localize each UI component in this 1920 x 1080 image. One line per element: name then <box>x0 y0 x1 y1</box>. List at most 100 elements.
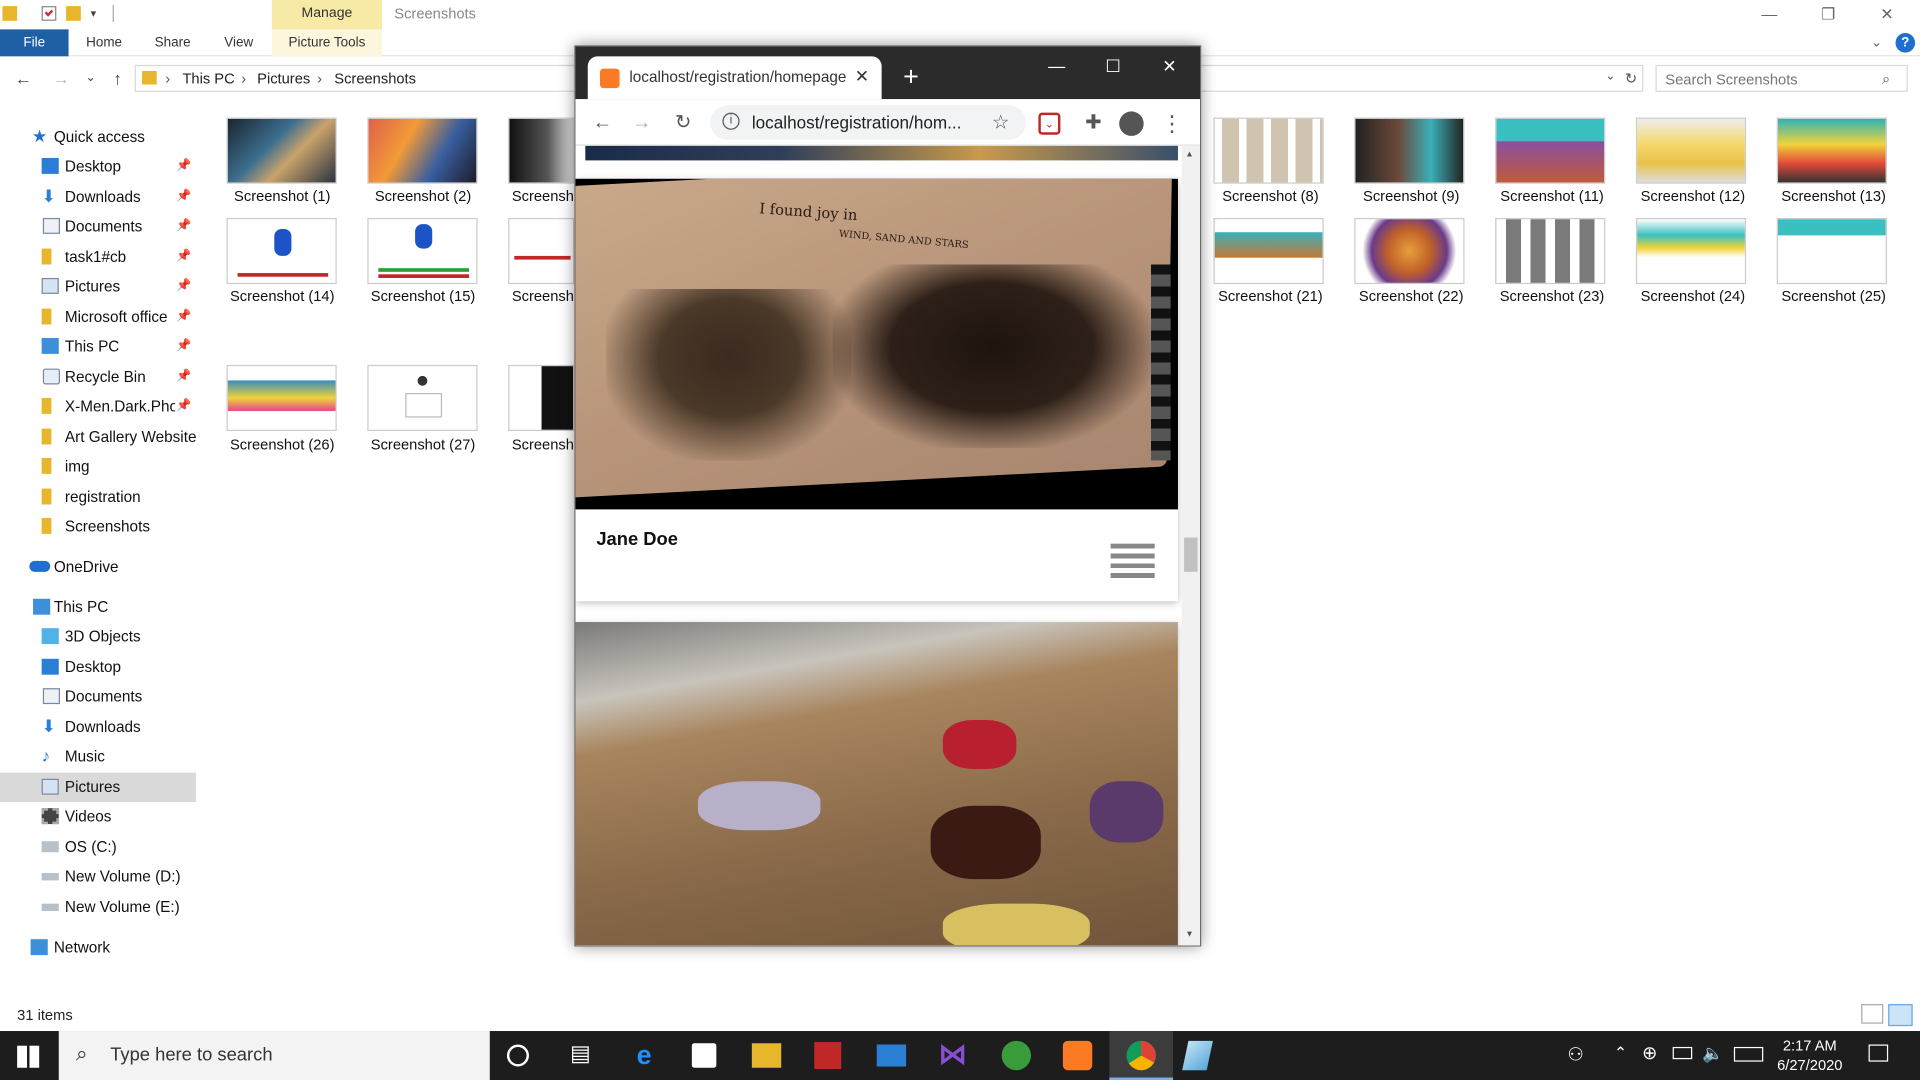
file-name[interactable]: Screenshot (24) <box>1622 288 1763 305</box>
file-name[interactable]: Screenshot (21) <box>1200 288 1341 305</box>
xampp-icon[interactable] <box>1062 1040 1093 1071</box>
file-thumbnail[interactable] <box>508 217 575 285</box>
mail-icon[interactable] <box>876 1044 907 1067</box>
previous-card-image <box>585 145 1178 161</box>
photos-app-icon[interactable] <box>1182 1040 1213 1071</box>
chrome-taskbar-button[interactable] <box>1109 1031 1174 1080</box>
file-thumbnail[interactable] <box>226 117 337 184</box>
artwork-card <box>575 622 1178 946</box>
action-center-icon[interactable] <box>1868 1044 1889 1062</box>
new-tab-button[interactable]: + <box>896 62 925 91</box>
close-tab-icon[interactable]: ✕ <box>855 66 869 87</box>
file-thumbnail[interactable] <box>1213 117 1324 184</box>
task-view-icon[interactable]: ▤ <box>566 1041 595 1070</box>
scroll-up-icon[interactable]: ▲ <box>1185 151 1193 160</box>
clock-time: 2:17 AM <box>1782 1037 1837 1055</box>
site-info-icon[interactable]: i <box>722 112 740 130</box>
windows-start-icon[interactable] <box>17 1045 40 1068</box>
tab-title: localhost/registration/homepage <box>629 68 847 86</box>
status-item-count: 31 items <box>17 1006 73 1024</box>
artwork-image[interactable]: I found joy in WIND, SAND AND STARS <box>575 178 1178 510</box>
bookmark-star-icon[interactable]: ☆ <box>992 110 1010 134</box>
painted-yellow-shape <box>942 903 1090 946</box>
extensions-puzzle-icon[interactable]: ✚ <box>1080 110 1107 137</box>
file-thumbnail[interactable] <box>226 364 337 432</box>
file-name[interactable]: Screenshot (14) <box>212 288 353 305</box>
file-name[interactable]: Screenshot (12) <box>1622 187 1763 204</box>
scroll-down-icon[interactable]: ▼ <box>1185 931 1193 940</box>
file-name[interactable]: Screensh <box>512 436 574 453</box>
taskbar-search[interactable]: ⌕ Type here to search <box>58 1031 490 1080</box>
visual-studio-icon[interactable]: ⋈ <box>938 1040 967 1070</box>
file-thumbnail[interactable] <box>1635 217 1747 285</box>
file-name[interactable]: Screenshot (13) <box>1763 187 1904 204</box>
details-view-icon[interactable] <box>1861 1004 1884 1024</box>
taskbar-search-placeholder: Type here to search <box>110 1044 273 1066</box>
file-thumbnail[interactable] <box>1776 117 1887 184</box>
spiral-binding <box>1151 264 1171 461</box>
battery-icon[interactable] <box>1672 1046 1693 1060</box>
file-thumbnail[interactable] <box>367 117 478 184</box>
file-name[interactable]: Screensh <box>512 288 574 305</box>
file-name[interactable]: Screenshot (27) <box>353 436 494 453</box>
browser-tab[interactable]: localhost/registration/homepage ✕ <box>587 56 882 100</box>
file-thumbnail[interactable] <box>367 217 478 285</box>
page-viewport: I found joy in WIND, SAND AND STARS Jane… <box>575 145 1201 946</box>
system-clock[interactable]: 2:17 AM 6/27/2020 <box>1761 1036 1859 1075</box>
file-thumbnail[interactable] <box>226 217 337 285</box>
gift-app-icon[interactable] <box>814 1042 842 1069</box>
file-thumbnail[interactable] <box>367 364 478 432</box>
omnibox-url[interactable]: localhost/registration/hom... <box>752 113 979 133</box>
sketched-trees <box>832 264 1152 449</box>
taskbar: ⌕ Type here to search ▤ e ⋈ ⚇ ⌃ ⊕ 🔈 2:17… <box>0 1031 1920 1080</box>
file-name[interactable]: Screenshot (11) <box>1482 187 1623 204</box>
file-name[interactable]: Screenshot (8) <box>1200 187 1341 204</box>
store-icon[interactable] <box>691 1043 717 1068</box>
file-thumbnail[interactable] <box>1354 217 1465 285</box>
file-thumbnail[interactable] <box>508 117 575 184</box>
clock-date: 6/27/2020 <box>1777 1056 1843 1074</box>
pocket-extension-icon[interactable]: ⌄ <box>1038 112 1061 135</box>
show-hidden-icons-icon[interactable]: ⌃ <box>1614 1043 1627 1063</box>
file-name[interactable]: Screensh <box>512 187 574 204</box>
file-thumbnail[interactable] <box>1495 117 1606 184</box>
file-name[interactable]: Screenshot (15) <box>353 288 494 305</box>
file-name[interactable]: Screenshot (22) <box>1341 288 1482 305</box>
hamburger-menu-icon[interactable] <box>1110 543 1155 581</box>
file-explorer-icon[interactable] <box>751 1043 782 1068</box>
file-name[interactable]: Screenshot (2) <box>353 187 494 204</box>
browser-window: localhost/registration/homepage ✕ + — ☐ … <box>574 45 1202 947</box>
profile-avatar-icon[interactable] <box>1119 111 1144 136</box>
file-thumbnail[interactable] <box>1495 217 1606 285</box>
artist-name: Jane Doe <box>596 528 679 550</box>
more-menu-icon[interactable]: ⋮ <box>1158 110 1185 137</box>
file-thumbnail[interactable] <box>1354 117 1465 184</box>
omnibox[interactable]: i localhost/registration/hom... ☆ <box>710 105 1027 140</box>
cortana-icon[interactable] <box>506 1044 529 1067</box>
keyboard-icon[interactable] <box>1733 1046 1764 1062</box>
file-thumbnail[interactable] <box>1635 117 1747 184</box>
browser-close-button[interactable]: ✕ <box>1141 51 1197 80</box>
artwork-card: I found joy in WIND, SAND AND STARS Jane… <box>575 178 1178 602</box>
utorrent-icon[interactable] <box>1001 1040 1032 1071</box>
people-icon[interactable]: ⚇ <box>1567 1043 1583 1065</box>
edge-icon[interactable]: e <box>629 1040 658 1070</box>
file-name[interactable]: Screenshot (25) <box>1763 288 1904 305</box>
browser-back-icon[interactable]: ← <box>589 110 616 137</box>
artwork-image[interactable] <box>575 622 1178 946</box>
large-icons-view-icon[interactable] <box>1888 1004 1913 1027</box>
browser-forward-icon[interactable]: → <box>628 110 655 137</box>
reload-icon[interactable]: ↻ <box>670 110 697 137</box>
browser-maximize-button[interactable]: ☐ <box>1085 51 1141 80</box>
file-thumbnail[interactable] <box>1776 217 1887 285</box>
file-name[interactable]: Screenshot (23) <box>1482 288 1623 305</box>
browser-minimize-button[interactable]: — <box>1029 51 1085 80</box>
network-globe-icon[interactable]: ⊕ <box>1642 1042 1657 1064</box>
file-thumbnail[interactable] <box>508 364 575 432</box>
file-name[interactable]: Screenshot (9) <box>1341 187 1482 204</box>
file-thumbnail[interactable] <box>1213 217 1324 285</box>
volume-icon[interactable]: 🔈 <box>1702 1043 1723 1064</box>
file-name[interactable]: Screenshot (1) <box>212 187 353 204</box>
file-name[interactable]: Screenshot (26) <box>212 436 353 453</box>
scrollbar-thumb[interactable] <box>1184 537 1198 572</box>
